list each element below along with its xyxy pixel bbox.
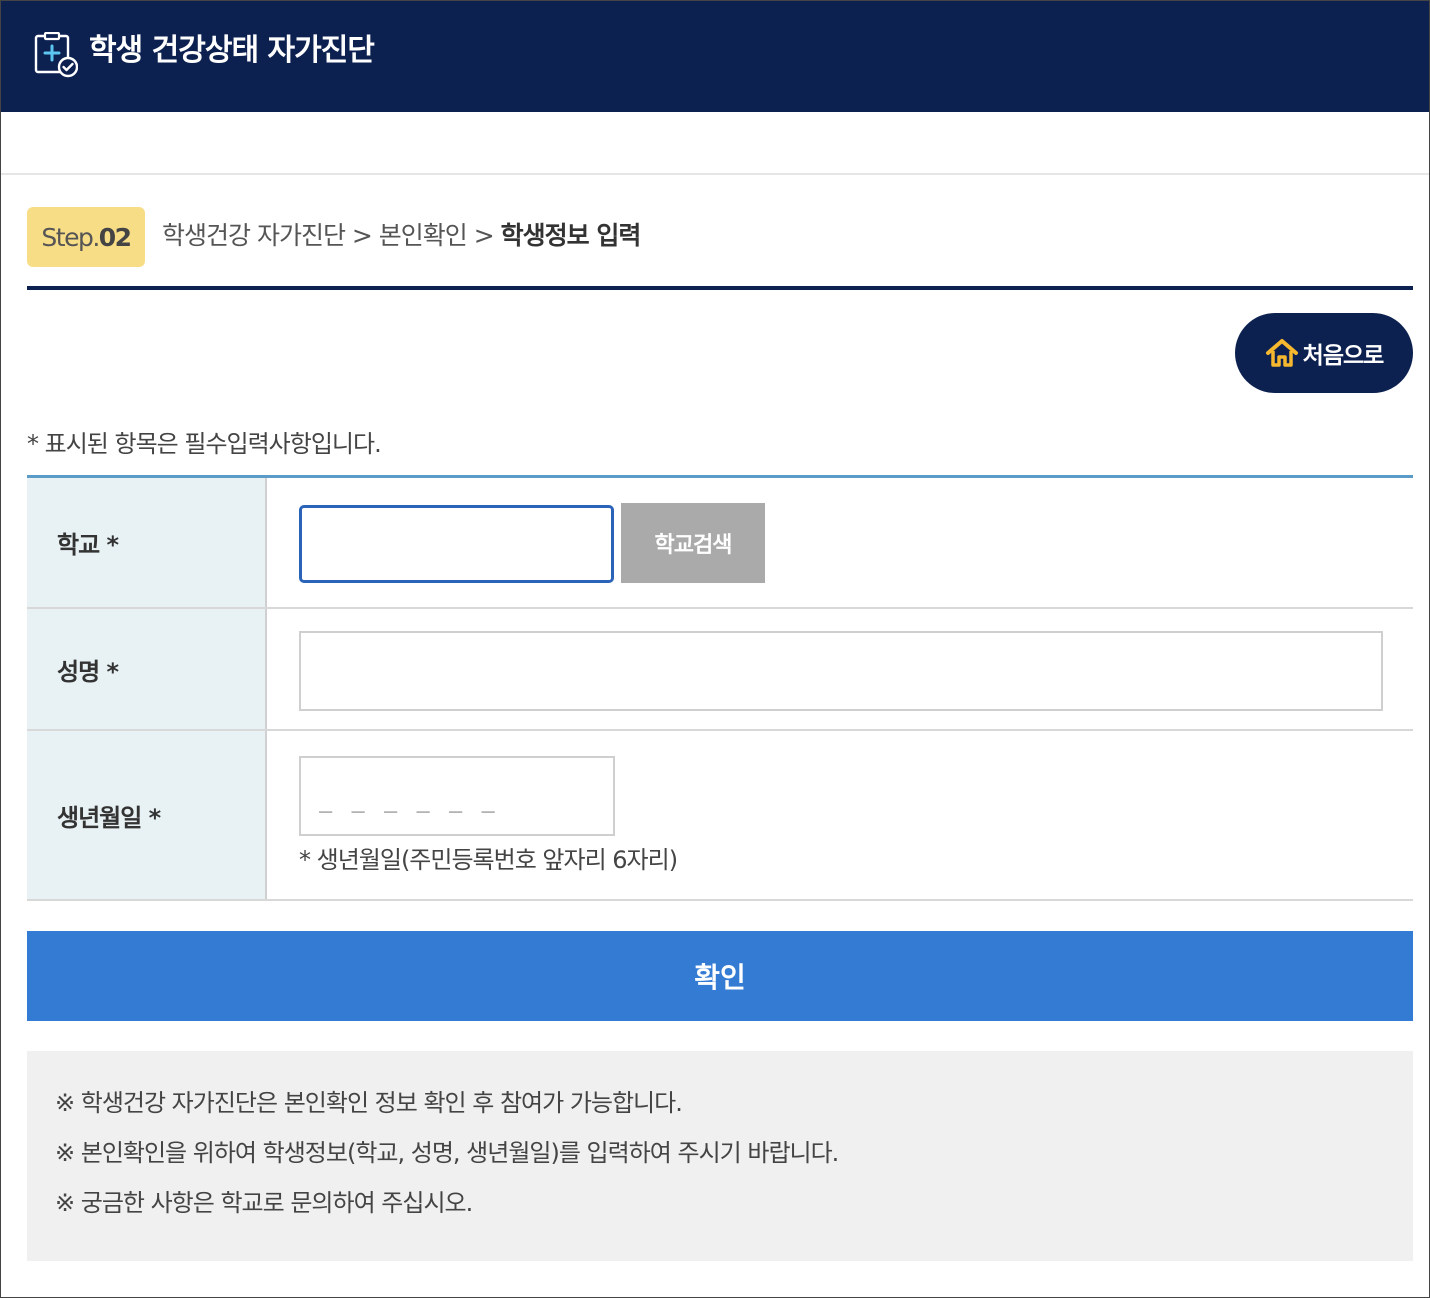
name-input[interactable] bbox=[299, 631, 1383, 711]
app-title: 학생 건강상태 자가진단 bbox=[89, 33, 375, 68]
notice-item: ※ 궁금한 사항은 학교로 문의하여 주십시오. bbox=[55, 1189, 473, 1217]
app-header: 학생 건강상태 자가진단 bbox=[1, 1, 1429, 112]
name-cell bbox=[269, 609, 1413, 729]
birth-cell: _ _ _ _ _ _ * 생년월일(주민등록번호 앞자리 6자리) bbox=[269, 731, 1413, 899]
home-button-label: 처음으로 bbox=[1302, 343, 1385, 369]
required-note: * 표시된 항목은 필수입력사항입니다. bbox=[27, 430, 382, 458]
breadcrumb-path: 학생건강 자가진단 > 본인확인 > bbox=[162, 221, 501, 250]
notice-item: ※ 본인확인을 위하여 학생정보(학교, 성명, 생년월일)를 입력하여 주시기… bbox=[55, 1139, 839, 1167]
birth-label: 생년월일 * bbox=[27, 731, 267, 899]
breadcrumb: 학생건강 자가진단 > 본인확인 > 학생정보 입력 bbox=[162, 220, 642, 252]
school-cell: 학교검색 bbox=[269, 478, 1413, 607]
divider bbox=[1, 173, 1429, 175]
school-label: 학교 * bbox=[27, 478, 267, 607]
form-row-name: 성명 * bbox=[27, 609, 1413, 731]
form-row-school: 학교 * 학교검색 bbox=[27, 478, 1413, 609]
confirm-button[interactable]: 확인 bbox=[27, 931, 1413, 1021]
birth-date-input[interactable]: _ _ _ _ _ _ bbox=[299, 756, 615, 836]
step-number: 02 bbox=[98, 222, 132, 252]
notice-item: ※ 학생건강 자가진단은 본인확인 정보 확인 후 참여가 가능합니다. bbox=[55, 1089, 683, 1117]
notice-box: ※ 학생건강 자가진단은 본인확인 정보 확인 후 참여가 가능합니다. ※ 본… bbox=[27, 1051, 1413, 1261]
home-button[interactable]: 처음으로 bbox=[1235, 313, 1413, 393]
clipboard-medical-icon bbox=[34, 32, 78, 78]
form-row-birth: 생년월일 * _ _ _ _ _ _ * 생년월일(주민등록번호 앞자리 6자리… bbox=[27, 731, 1413, 901]
birth-help-text: * 생년월일(주민등록번호 앞자리 6자리) bbox=[299, 846, 678, 874]
home-icon bbox=[1265, 339, 1298, 367]
breadcrumb-current: 학생정보 입력 bbox=[500, 221, 642, 250]
breadcrumb-underline bbox=[27, 286, 1413, 290]
step-badge: Step. 02 bbox=[27, 207, 145, 267]
school-search-button[interactable]: 학교검색 bbox=[621, 503, 765, 583]
school-input[interactable] bbox=[299, 505, 614, 583]
step-label: Step. bbox=[41, 222, 100, 252]
name-label: 성명 * bbox=[27, 609, 267, 729]
